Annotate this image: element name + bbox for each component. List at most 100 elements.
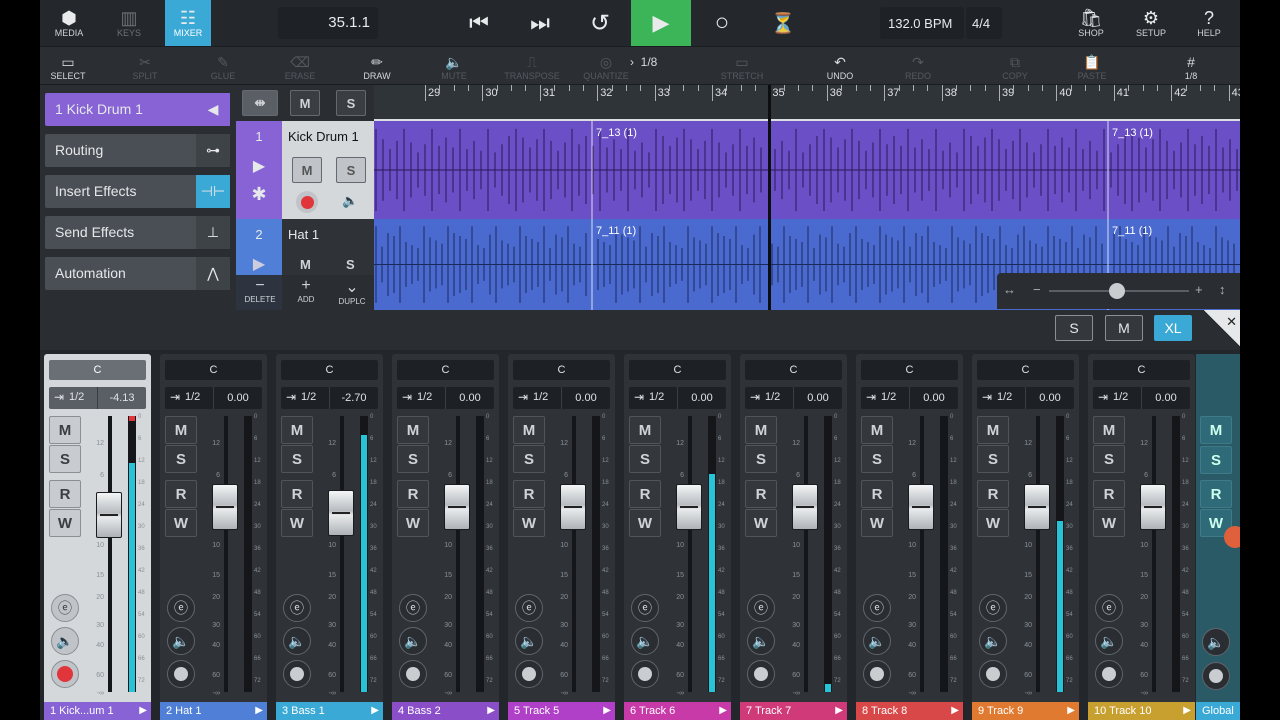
volume-fader[interactable] (96, 492, 122, 539)
read-automation-button[interactable]: R (861, 480, 893, 508)
track-mute-button[interactable]: M (300, 257, 311, 272)
channel-name[interactable]: 10 Track 10 ▶ (1088, 702, 1195, 720)
read-automation-button[interactable]: R (397, 480, 429, 508)
write-automation-button[interactable]: W (1093, 509, 1125, 537)
channel-name[interactable]: 9 Track 9 ▶ (972, 702, 1079, 720)
read-automation-button[interactable]: R (513, 480, 545, 508)
solo-button[interactable]: S (629, 445, 661, 473)
pan-control[interactable]: C (397, 360, 494, 380)
monitor-button[interactable]: 🔈 (167, 627, 195, 655)
mute-button[interactable]: M (977, 416, 1009, 444)
mixer-size-s-button[interactable]: S (1055, 315, 1093, 341)
copy-button[interactable]: ⧉ COPY (985, 47, 1045, 84)
monitor-button[interactable]: 🔈 (631, 627, 659, 655)
write-automation-button[interactable]: W (49, 509, 81, 537)
fx-button[interactable]: ⓔ (399, 594, 427, 622)
volume-readout[interactable]: 0.00 (1141, 387, 1190, 409)
read-automation-button[interactable]: R (745, 480, 777, 508)
fx-button[interactable]: ⓔ (1095, 594, 1123, 622)
output-routing[interactable]: ⇥ 1/2 0.00 (1093, 387, 1190, 409)
select-tool[interactable]: ▭ SELECT (40, 47, 98, 84)
channel-name[interactable]: 3 Bass 1 ▶ (276, 702, 383, 720)
global-monitor-button[interactable]: 🔈 (1202, 628, 1230, 656)
volume-fader[interactable] (676, 484, 702, 531)
fx-button[interactable]: ⓔ (631, 594, 659, 622)
track-solo-button[interactable]: S (336, 157, 366, 183)
input-button[interactable] (399, 660, 427, 688)
volume-readout[interactable]: 0.00 (909, 387, 958, 409)
write-automation-button[interactable]: W (165, 509, 197, 537)
volume-fader[interactable] (560, 484, 586, 531)
pan-control[interactable]: C (281, 360, 378, 380)
track-solo-button[interactable]: S (346, 257, 355, 272)
output-routing[interactable]: ⇥ 1/2 0.00 (861, 387, 958, 409)
output-routing[interactable]: ⇥ 1/2 0.00 (397, 387, 494, 409)
input-button[interactable] (167, 660, 195, 688)
setup-button[interactable]: ⚙ SETUP (1130, 0, 1172, 46)
solo-button[interactable]: S (977, 445, 1009, 473)
solo-button[interactable]: S (397, 445, 429, 473)
record-button[interactable]: ○ (692, 0, 752, 46)
global-read-button[interactable]: R (1200, 480, 1232, 508)
pan-control[interactable]: C (977, 360, 1074, 380)
zoom-out-icon[interactable]: − (1033, 282, 1041, 297)
volume-fader[interactable] (1140, 484, 1166, 531)
monitor-button[interactable]: 🔈 (399, 627, 427, 655)
monitor-button[interactable]: 🔈 (1095, 627, 1123, 655)
shop-button[interactable]: 🛍 SHOP (1070, 0, 1112, 46)
fx-button[interactable]: ⓔ (979, 594, 1007, 622)
go-to-end-button[interactable]: ⏭ (510, 0, 570, 46)
fx-button[interactable]: ⓔ (863, 594, 891, 622)
media-button[interactable]: ⬢ MEDIA (48, 0, 90, 46)
pan-control[interactable]: C (861, 360, 958, 380)
monitor-button[interactable]: 🔈 (51, 627, 79, 655)
pan-control[interactable]: C (49, 360, 146, 380)
stretch-tool[interactable]: ▭ STRETCH (712, 47, 772, 84)
track-name[interactable]: Hat 1 (288, 227, 319, 242)
monitor-button[interactable]: 🔈 (863, 627, 891, 655)
split-tool[interactable]: ✂ SPLIT (115, 47, 175, 84)
play-icon[interactable]: ▶ (253, 254, 265, 274)
fx-button[interactable]: ⓔ (747, 594, 775, 622)
keys-button[interactable]: ▥ KEYS (108, 0, 150, 46)
global-input-button[interactable] (1202, 662, 1230, 690)
glue-tool[interactable]: ✎ GLUE (193, 47, 253, 84)
inspector-track-title[interactable]: 1 Kick Drum 1 ◀ (45, 93, 230, 126)
erase-tool[interactable]: ⌫ ERASE (270, 47, 330, 84)
write-automation-button[interactable]: W (861, 509, 893, 537)
timeline-ruler[interactable]: 293031323334353637383940414243 (374, 85, 1240, 121)
output-routing[interactable]: ⇥ 1/2 0.00 (745, 387, 842, 409)
loop-button[interactable]: ↺ (570, 0, 630, 46)
metronome-button[interactable]: ⏳ (753, 0, 813, 46)
add-track-button[interactable]: + ADD (286, 277, 326, 304)
pan-control[interactable]: C (165, 360, 262, 380)
channel-name[interactable]: 1 Kick...um 1 ▶ (44, 702, 151, 720)
volume-readout[interactable]: 0.00 (677, 387, 726, 409)
tempo-display[interactable]: 132.0 BPM (880, 7, 964, 39)
zoom-in-icon[interactable]: + (1195, 282, 1203, 297)
output-routing[interactable]: ⇥ 1/2 -4.13 (49, 387, 146, 409)
channel-name[interactable]: 5 Track 5 ▶ (508, 702, 615, 720)
monitor-icon[interactable]: 🔈 (342, 193, 358, 209)
quantize-value[interactable]: › 1/8 (630, 55, 657, 69)
track-lane-1[interactable]: 7_13 (1) 7_13 (1) (374, 121, 1240, 219)
volume-readout[interactable]: 0.00 (1025, 387, 1074, 409)
mixer-size-xl-button[interactable]: XL (1154, 315, 1192, 341)
channel-name[interactable]: 6 Track 6 ▶ (624, 702, 731, 720)
volume-readout[interactable]: -2.70 (329, 387, 378, 409)
fx-button[interactable]: ⓔ (51, 594, 79, 622)
global-solo-button[interactable]: S (336, 90, 366, 116)
volume-readout[interactable]: 0.00 (561, 387, 610, 409)
volume-fader[interactable] (328, 489, 354, 536)
play-button[interactable]: ▶ (631, 0, 691, 46)
pan-control[interactable]: C (745, 360, 842, 380)
input-button[interactable] (979, 660, 1007, 688)
grid-button[interactable]: #1/8 (1161, 47, 1221, 84)
mute-button[interactable]: M (165, 416, 197, 444)
input-button[interactable] (747, 660, 775, 688)
redo-button[interactable]: ↷ REDO (888, 47, 948, 84)
track-header-1[interactable]: 1 ▶ ✱ Kick Drum 1 M S 🔈 (236, 121, 374, 219)
volume-readout[interactable]: 0.00 (445, 387, 494, 409)
global-fader-knob[interactable] (1224, 526, 1240, 548)
input-button[interactable] (631, 660, 659, 688)
